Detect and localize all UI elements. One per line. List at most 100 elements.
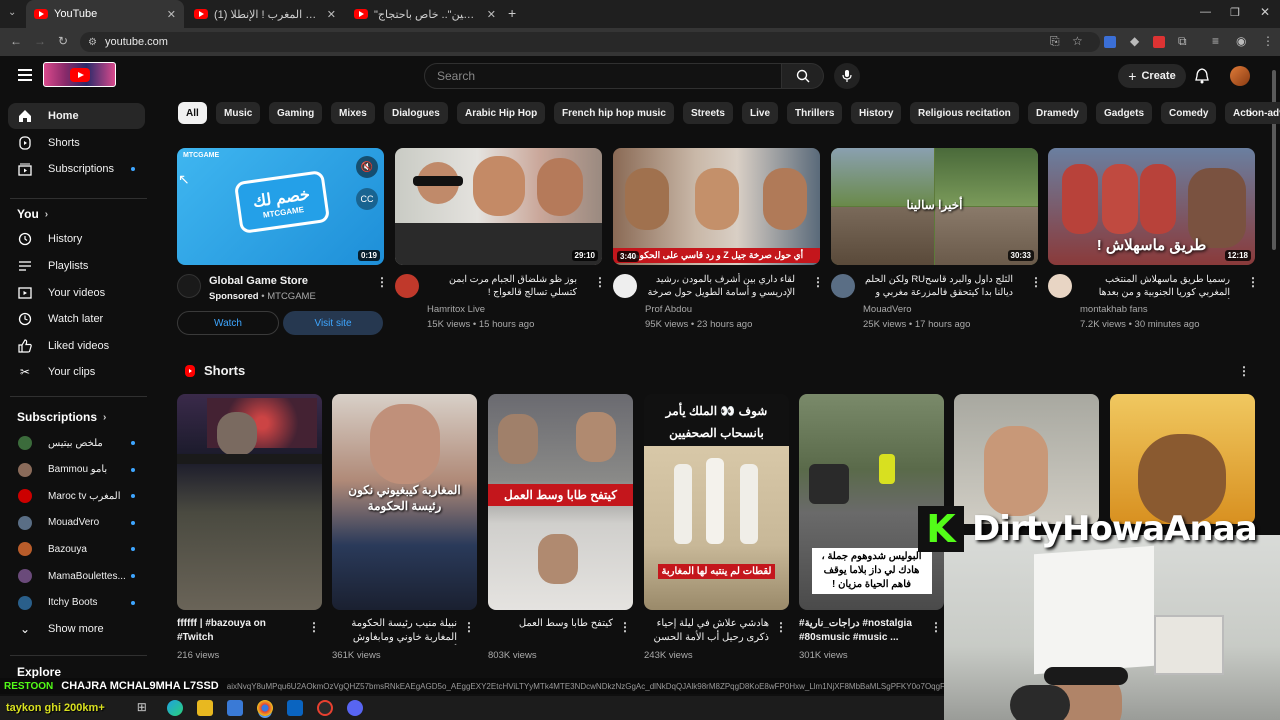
close-tab-icon[interactable]: ✕ <box>487 8 496 21</box>
short-thumbnail[interactable]: كيتفح طابا وسط العمل <box>488 394 633 610</box>
file-explorer-icon[interactable] <box>196 700 213 716</box>
filter-chip[interactable]: Religious recitation <box>910 102 1019 124</box>
bookmark-star-icon[interactable]: ☆ <box>1072 34 1083 48</box>
site-info-icon[interactable]: ⚙ <box>88 37 97 48</box>
new-tab-button[interactable]: + <box>508 5 516 21</box>
video-title[interactable]: بوز ظو شلضاق الجبام مرت ابمن كتسلي تسالج… <box>427 273 577 299</box>
shelf-more-icon[interactable]: ⋮ <box>1238 364 1250 378</box>
short-title[interactable]: كيتفح طابا وسط العمل <box>488 617 613 645</box>
browser-menu-icon[interactable]: ⋮ <box>1262 34 1274 48</box>
filter-chip[interactable]: Dramedy <box>1028 102 1087 124</box>
close-tab-icon[interactable]: ✕ <box>167 8 176 21</box>
channel-avatar[interactable] <box>831 274 855 298</box>
filter-chip[interactable]: Gadgets <box>1096 102 1153 124</box>
sidebar-subscription-item[interactable]: Maroc tv المغرب <box>8 483 145 509</box>
profile-icon[interactable]: ◉ <box>1236 34 1246 48</box>
video-channel[interactable]: Prof Abdou <box>645 304 692 315</box>
short-thumbnail[interactable] <box>1110 394 1255 524</box>
video-channel[interactable]: MTCGAME <box>267 291 316 302</box>
channel-avatar[interactable] <box>613 274 637 298</box>
sidebar-item-home[interactable]: Home <box>8 103 145 129</box>
channel-avatar[interactable] <box>177 274 201 298</box>
minimize-icon[interactable]: — <box>1200 6 1211 18</box>
video-title[interactable]: Global Game Store <box>209 275 308 287</box>
video-title[interactable]: لقاء داري بين أشرف بالمودن ،رشيد الإدريس… <box>645 273 795 299</box>
page-scrollbar[interactable] <box>1272 70 1276 250</box>
obs-icon[interactable] <box>316 700 333 716</box>
forward-icon[interactable]: → <box>34 34 46 48</box>
more-actions-icon[interactable]: ⋮ <box>376 275 388 289</box>
more-actions-icon[interactable]: ⋮ <box>1030 275 1042 289</box>
store-icon[interactable] <box>226 700 243 716</box>
voice-search-button[interactable] <box>834 63 860 89</box>
video-title[interactable]: الثلج داول والبرد قاسحRU ولكن الحلم دیال… <box>863 273 1013 299</box>
short-thumbnail[interactable] <box>954 394 1099 524</box>
browser-tab-3[interactable]: "كونو واضحين".. خاص باحتجاج ✕ <box>346 0 504 28</box>
sidebar-item-your-clips[interactable]: ✂ Your clips <box>8 359 145 385</box>
chips-next-arrow-icon[interactable]: › <box>1248 104 1253 120</box>
task-view-icon[interactable]: ⊞ <box>137 700 153 716</box>
more-actions-icon[interactable]: ⋮ <box>619 620 631 634</box>
youtube-logo[interactable] <box>43 62 116 87</box>
video-channel[interactable]: Hamritox Live <box>427 304 485 315</box>
filter-chip[interactable]: Thrillers <box>787 102 843 124</box>
sidebar-you-heading[interactable]: You › <box>17 207 48 221</box>
account-avatar[interactable] <box>1230 66 1250 86</box>
create-button[interactable]: + Create <box>1118 64 1186 88</box>
restore-icon[interactable]: ❐ <box>1230 6 1240 19</box>
filter-chip[interactable]: Dialogues <box>384 102 448 124</box>
close-tab-icon[interactable]: ✕ <box>327 8 336 21</box>
sidebar-subscription-item[interactable]: Itchy Boots <box>8 590 145 616</box>
close-window-icon[interactable]: ✕ <box>1260 5 1270 19</box>
video-thumbnail[interactable]: طريق ماسهلاش ! 12:18 <box>1048 148 1255 265</box>
video-title[interactable]: رسميا طريق ماسهلاش المنتخب المغربي كوريا… <box>1080 273 1230 299</box>
sidebar-subscription-item[interactable]: Bammou بامو <box>8 457 145 483</box>
filter-chip[interactable]: Mixes <box>331 102 375 124</box>
browser-tab-2[interactable]: (1) لأول مرة في المغرب ! الإنطلا ✕ <box>186 0 344 28</box>
sidebar-item-subscriptions[interactable]: Subscriptions <box>8 156 145 182</box>
search-button[interactable] <box>782 63 824 89</box>
video-thumbnail[interactable]: أخيرا سالينا 30:33 <box>831 148 1038 265</box>
chrome-browser-icon[interactable] <box>256 700 273 716</box>
channel-avatar[interactable] <box>1048 274 1072 298</box>
video-channel[interactable]: montakhab fans <box>1080 304 1148 315</box>
edge-browser-icon[interactable] <box>166 700 183 716</box>
short-thumbnail[interactable]: شوف 👀 الملك يأمر بانسحاب الصحفيين لقطات … <box>644 394 789 610</box>
more-actions-icon[interactable]: ⋮ <box>812 275 824 289</box>
discord-icon[interactable] <box>346 700 363 716</box>
short-title[interactable]: #دراجات_نارية #nostalgia #80smusic #musi… <box>799 617 924 645</box>
browser-tab-youtube[interactable]: YouTube ✕ <box>26 0 184 28</box>
visit-site-button[interactable]: Visit site <box>283 311 383 335</box>
sidebar-subscription-item[interactable]: ملخص بيتيس <box>8 430 145 456</box>
sidebar-subscription-item[interactable]: MouadVero <box>8 510 145 536</box>
more-actions-icon[interactable]: ⋮ <box>1247 275 1259 289</box>
notifications-button[interactable] <box>1195 68 1209 87</box>
sidebar-item-shorts[interactable]: Shorts <box>8 130 145 156</box>
tab-search-icon[interactable]: ⌄ <box>8 7 22 21</box>
extensions-puzzle-icon[interactable]: ⧉ <box>1178 34 1187 49</box>
search-input[interactable]: Search <box>424 63 782 89</box>
more-actions-icon[interactable]: ⋮ <box>308 620 320 634</box>
more-actions-icon[interactable]: ⋮ <box>930 620 942 634</box>
filter-chip[interactable]: Arabic Hip Hop <box>457 102 546 124</box>
short-title[interactable]: هادشي علاش في ليلة إحياء ذكرى رحيل أب ال… <box>644 617 769 645</box>
short-title[interactable]: نبيلة منيب رئيسة الحكومة المغاربة خاوني … <box>332 617 457 645</box>
more-actions-icon[interactable]: ⋮ <box>463 620 475 634</box>
short-thumbnail[interactable] <box>177 394 322 610</box>
reload-icon[interactable]: ↻ <box>58 34 68 48</box>
more-actions-icon[interactable]: ⋮ <box>775 620 787 634</box>
sidebar-item-watch-later[interactable]: Watch later <box>8 306 145 332</box>
extension-translate-icon[interactable] <box>1104 36 1116 48</box>
more-actions-icon[interactable]: ⋮ <box>594 275 606 289</box>
filter-chip[interactable]: Music <box>216 102 261 124</box>
short-thumbnail[interactable]: المغاربة كيبغيوني نكون رئيسة الحكومة <box>332 394 477 610</box>
filter-chip[interactable]: Gaming <box>269 102 323 124</box>
watch-button[interactable]: Watch <box>177 311 279 335</box>
short-thumbnail[interactable]: البوليس شدوهوم جملة ، هادك لي داز بلاما … <box>799 394 944 610</box>
filter-chip[interactable]: Comedy <box>1161 102 1217 124</box>
filter-chip[interactable]: Live <box>742 102 779 124</box>
sidebar-item-history[interactable]: History <box>8 226 145 252</box>
channel-avatar[interactable] <box>395 274 419 298</box>
sidebar-item-playlists[interactable]: Playlists <box>8 253 145 279</box>
filter-chip[interactable]: All <box>178 102 207 124</box>
